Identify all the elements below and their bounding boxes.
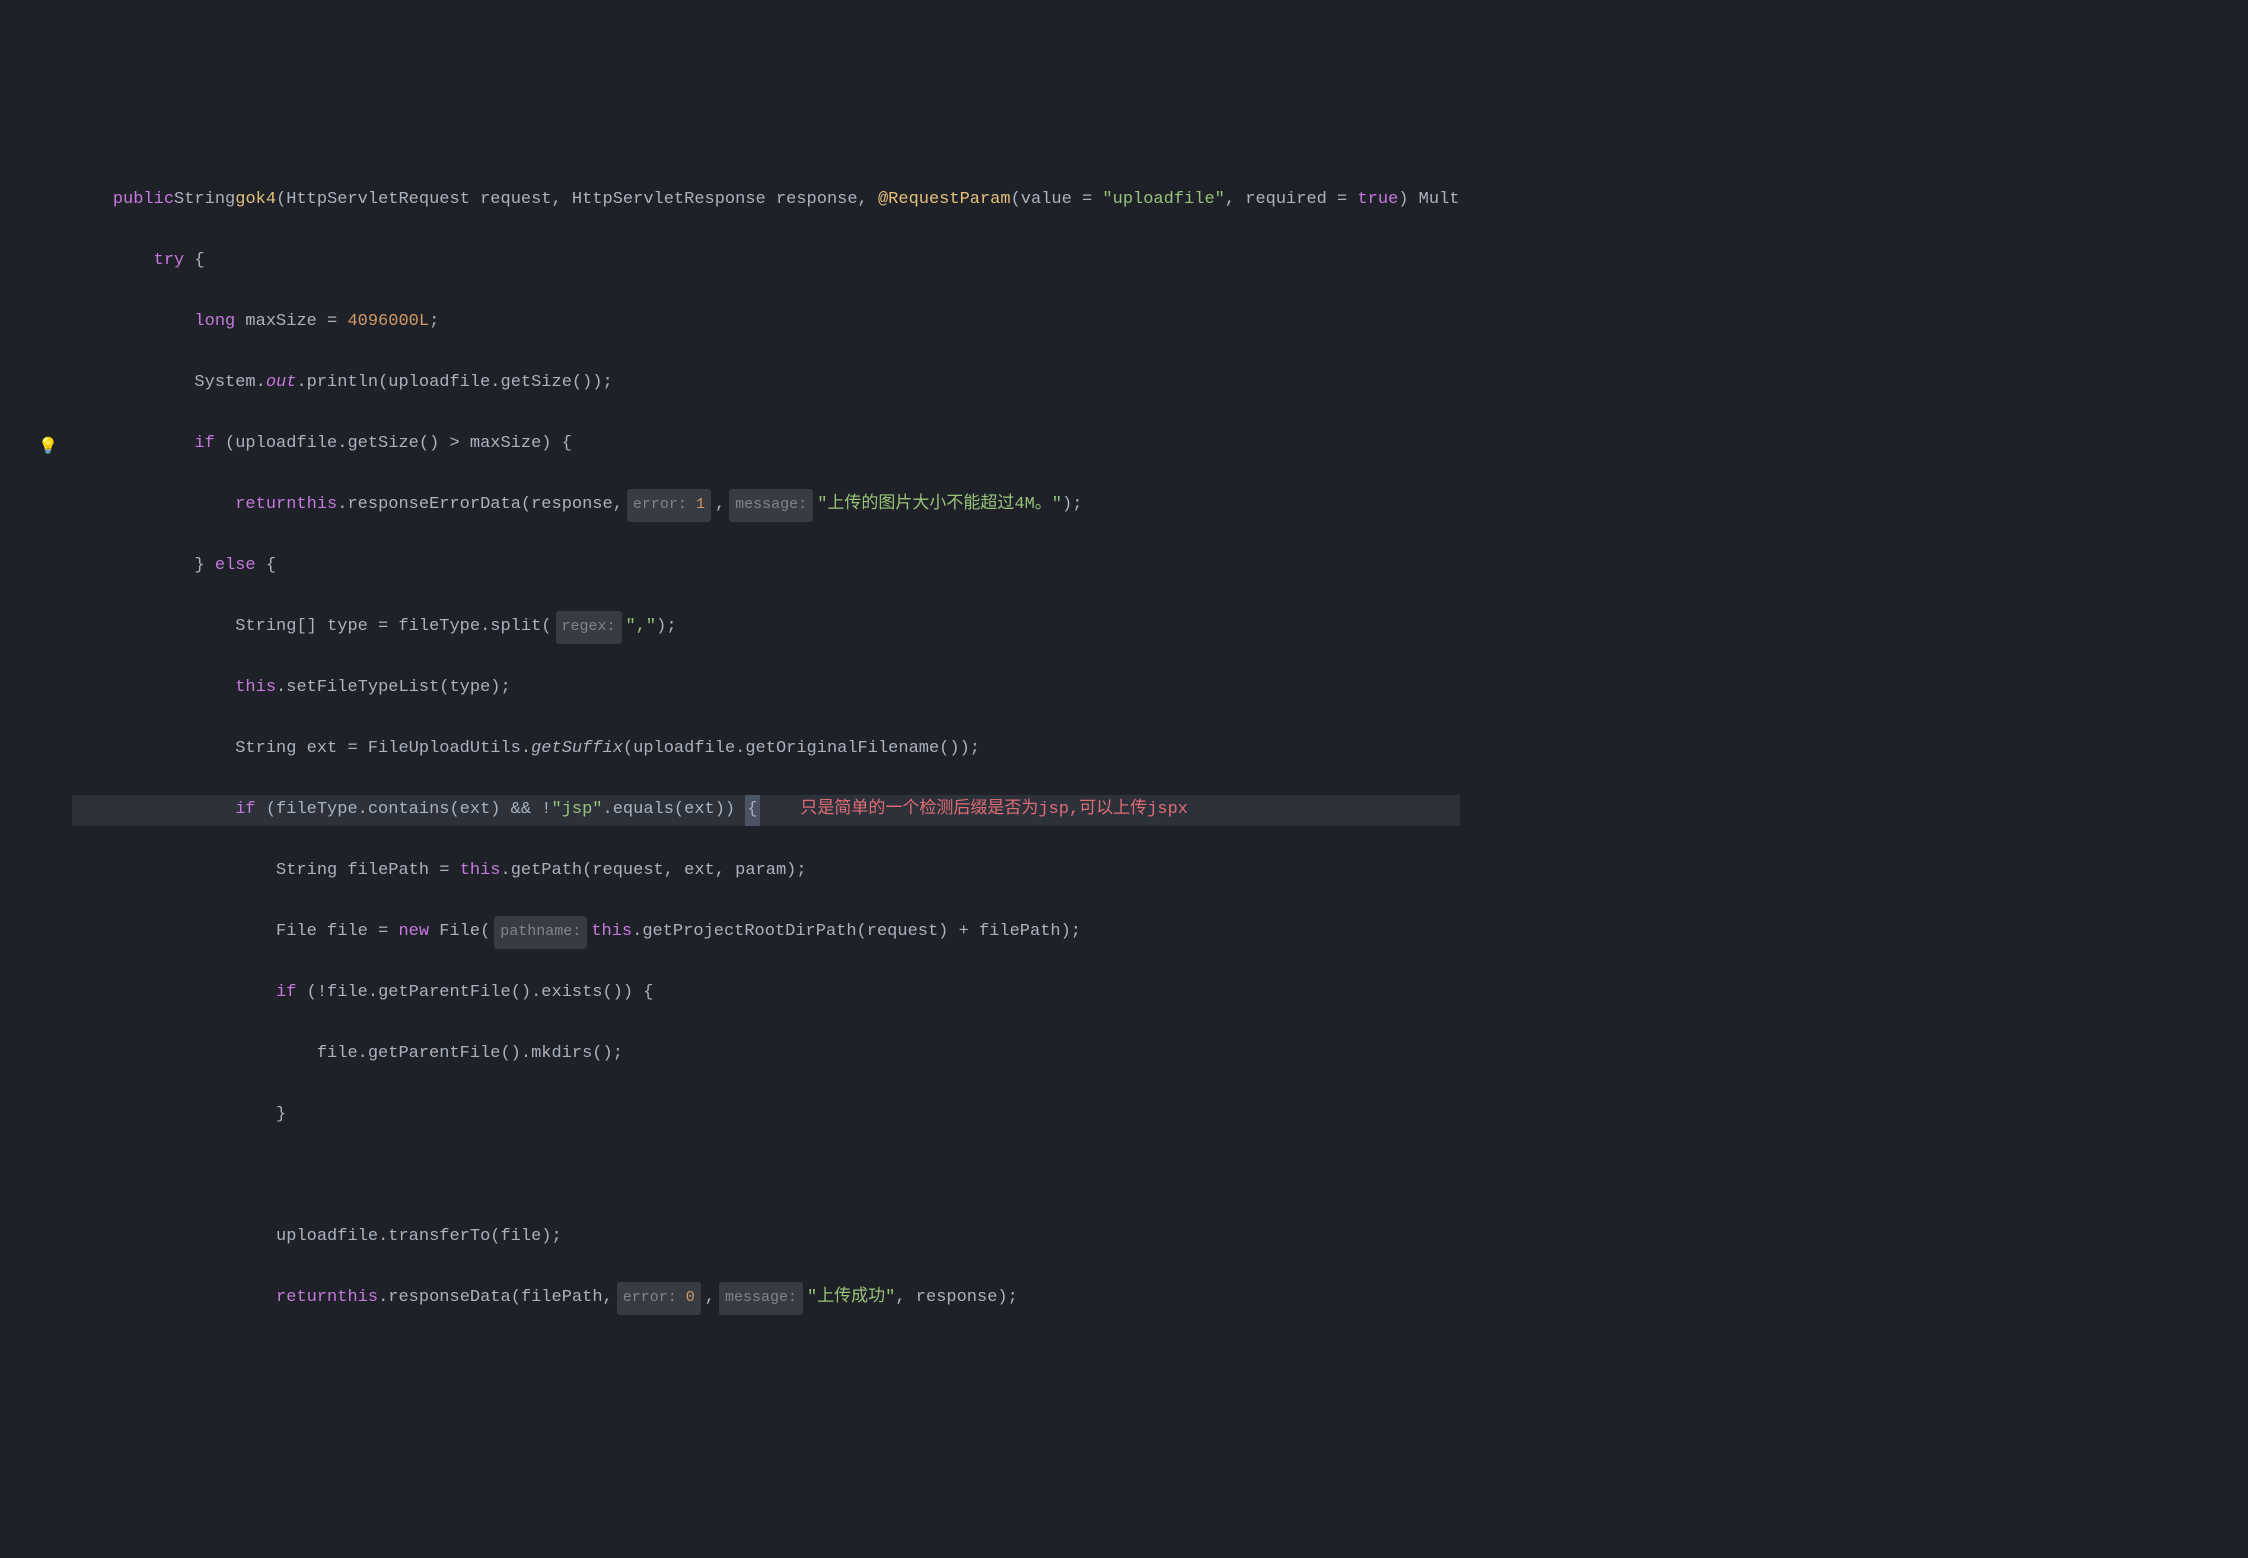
code-line: } else { xyxy=(72,551,1460,582)
param-hint: message: xyxy=(719,1282,803,1315)
code-line: String ext = FileUploadUtils.getSuffix(u… xyxy=(72,734,1460,765)
code-content[interactable]: public String gok4(HttpServletRequest re… xyxy=(68,122,1460,1405)
code-line: if (uploadfile.getSize() > maxSize) { xyxy=(72,429,1460,460)
keyword: public xyxy=(113,185,174,216)
code-line: System.out.println(uploadfile.getSize())… xyxy=(72,368,1460,399)
code-line-active: if (fileType.contains(ext) && !"jsp".equ… xyxy=(72,795,1460,826)
code-line: } xyxy=(72,1100,1460,1131)
param-hint: error: 1 xyxy=(627,489,711,522)
annotation: @RequestParam xyxy=(878,185,1011,216)
code-line: long maxSize = 4096000L; xyxy=(72,307,1460,338)
lightbulb-icon[interactable]: 💡 xyxy=(38,432,58,463)
param-hint: message: xyxy=(729,489,813,522)
code-editor[interactable]: 💡 public String gok4(HttpServletRequest … xyxy=(0,122,2248,1405)
comment-annotation: 只是简单的一个检测后缀是否为jsp,可以上传jspx xyxy=(760,795,1188,826)
code-line: public String gok4(HttpServletRequest re… xyxy=(72,185,1460,216)
param-hint: pathname: xyxy=(494,916,587,949)
param-hint: error: 0 xyxy=(617,1282,701,1315)
code-line: String filePath = this.getPath(request, … xyxy=(72,856,1460,887)
code-line: if (!file.getParentFile().exists()) { xyxy=(72,978,1460,1009)
code-line: uploadfile.transferTo(file); xyxy=(72,1222,1460,1253)
code-line: return this.responseData(filePath, error… xyxy=(72,1283,1460,1314)
method-name: gok4 xyxy=(235,185,276,216)
cursor-block: { xyxy=(745,795,759,826)
code-line: this.setFileTypeList(type); xyxy=(72,673,1460,704)
code-line: return this.responseErrorData(response, … xyxy=(72,490,1460,521)
code-line: try { xyxy=(72,246,1460,277)
code-line xyxy=(72,1161,1460,1192)
editor-gutter: 💡 xyxy=(0,122,68,1405)
code-line: file.getParentFile().mkdirs(); xyxy=(72,1039,1460,1070)
param-hint: regex: xyxy=(556,611,622,644)
code-line: String[] type = fileType.split( regex: "… xyxy=(72,612,1460,643)
code-line: File file = new File( pathname: this.get… xyxy=(72,917,1460,948)
